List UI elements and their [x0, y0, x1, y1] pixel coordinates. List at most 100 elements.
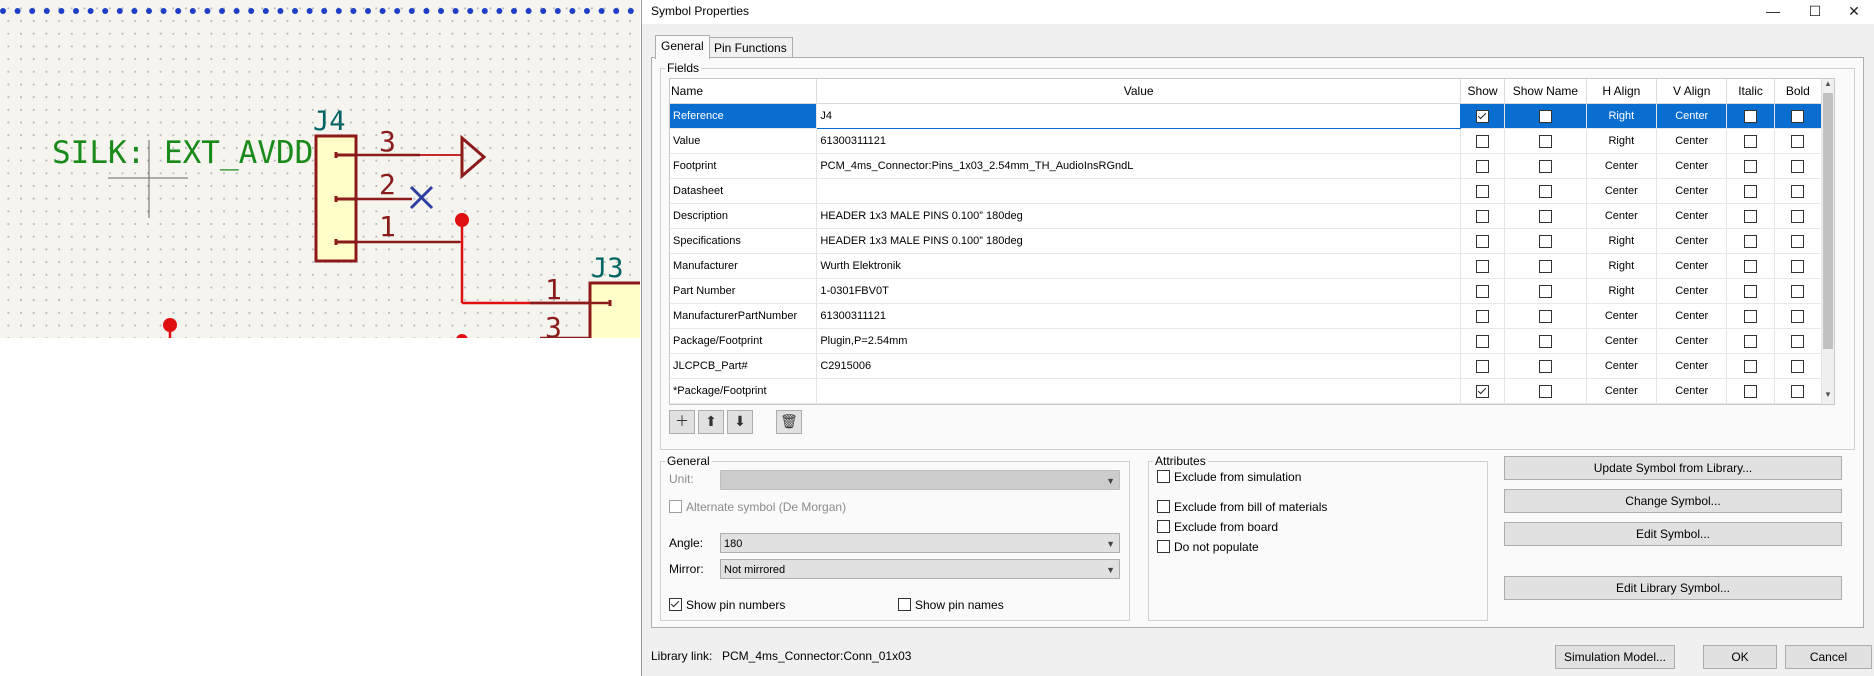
- column-header-v-align[interactable]: V Align: [1656, 79, 1728, 104]
- show-cell[interactable]: [1460, 353, 1506, 379]
- show-checkbox[interactable]: [1476, 234, 1490, 248]
- tab-pin-functions[interactable]: Pin Functions: [708, 37, 793, 58]
- ok-button[interactable]: OK: [1703, 645, 1777, 669]
- close-button[interactable]: ✕: [1833, 0, 1874, 22]
- bold-cell[interactable]: [1774, 353, 1823, 379]
- show-name-checkbox[interactable]: [1538, 159, 1552, 173]
- show-name-checkbox[interactable]: [1538, 234, 1552, 248]
- table-row[interactable]: Footprint PCM_4ms_Connector:Pins_1x03_2.5…: [670, 153, 1823, 179]
- h-align-cell[interactable]: Center: [1586, 178, 1658, 204]
- change-symbol-button[interactable]: Change Symbol...: [1504, 489, 1842, 513]
- field-value-cell[interactable]: 1-0301FBV0T: [816, 278, 1461, 304]
- field-name-cell[interactable]: ManufacturerPartNumber: [670, 303, 818, 329]
- table-row[interactable]: Manufacturer Wurth Elektronik Right Center: [670, 253, 1823, 279]
- field-name-cell[interactable]: Footprint: [670, 153, 818, 179]
- move-up-button[interactable]: ⬆: [698, 410, 724, 434]
- table-row[interactable]: Package/Footprint Plugin,P=2.54mm Center Ce…: [670, 328, 1823, 354]
- italic-cell[interactable]: [1726, 328, 1775, 354]
- show-name-cell[interactable]: [1504, 103, 1587, 129]
- column-header-name[interactable]: Name: [670, 79, 818, 104]
- table-row[interactable]: Reference J4 Right Center: [670, 103, 1823, 129]
- edit-symbol-button[interactable]: Edit Symbol...: [1504, 522, 1842, 546]
- italic-cell[interactable]: [1726, 278, 1775, 304]
- fields-grid[interactable]: Name Value Show Show Name H Align V Align Ital…: [669, 78, 1835, 405]
- add-field-button[interactable]: ＋: [669, 410, 695, 434]
- tab-general[interactable]: General: [655, 35, 710, 59]
- bold-cell[interactable]: [1774, 403, 1823, 404]
- table-row[interactable]: Value 61300311121 Right Center: [670, 128, 1823, 154]
- italic-cell[interactable]: [1726, 128, 1775, 154]
- show-checkbox[interactable]: [1476, 209, 1490, 223]
- bold-checkbox[interactable]: [1791, 359, 1805, 373]
- bold-cell[interactable]: [1774, 278, 1823, 304]
- field-value-cell[interactable]: [816, 378, 1461, 404]
- show-cell[interactable]: [1460, 103, 1506, 129]
- show-name-cell[interactable]: [1504, 153, 1587, 179]
- v-align-cell[interactable]: Center: [1656, 178, 1728, 204]
- italic-checkbox[interactable]: [1744, 234, 1758, 248]
- show-name-checkbox[interactable]: [1538, 284, 1552, 298]
- field-value-cell[interactable]: C2915006: [816, 353, 1461, 379]
- v-align-cell[interactable]: Center: [1656, 278, 1728, 304]
- field-name-cell[interactable]: Reference: [670, 103, 818, 129]
- italic-checkbox[interactable]: [1744, 259, 1758, 273]
- scroll-down-icon[interactable]: ▼: [1823, 390, 1833, 399]
- v-align-cell[interactable]: Center: [1656, 103, 1728, 129]
- italic-cell[interactable]: [1726, 203, 1775, 229]
- column-header-value[interactable]: Value: [816, 79, 1461, 104]
- show-name-checkbox[interactable]: [1538, 209, 1552, 223]
- italic-checkbox[interactable]: [1744, 284, 1758, 298]
- show-cell[interactable]: [1460, 303, 1506, 329]
- show-cell[interactable]: [1460, 403, 1506, 404]
- h-align-cell[interactable]: Right: [1586, 228, 1658, 254]
- h-align-cell[interactable]: Center: [1586, 328, 1658, 354]
- show-cell[interactable]: [1460, 328, 1506, 354]
- exclude-bom-checkbox[interactable]: Exclude from bill of materials: [1157, 500, 1327, 514]
- table-row[interactable]: Datasheet Center Center: [670, 178, 1823, 204]
- bold-checkbox[interactable]: [1791, 209, 1805, 223]
- show-name-checkbox[interactable]: [1538, 309, 1552, 323]
- show-name-checkbox[interactable]: [1538, 109, 1552, 123]
- v-align-cell[interactable]: Center: [1656, 403, 1728, 404]
- italic-cell[interactable]: [1726, 253, 1775, 279]
- show-name-cell[interactable]: [1504, 303, 1587, 329]
- v-align-cell[interactable]: Center: [1656, 353, 1728, 379]
- show-checkbox[interactable]: [1476, 134, 1490, 148]
- bold-checkbox[interactable]: [1791, 284, 1805, 298]
- italic-checkbox[interactable]: [1744, 334, 1758, 348]
- h-align-cell[interactable]: Right: [1586, 253, 1658, 279]
- show-checkbox[interactable]: [1476, 109, 1490, 123]
- italic-cell[interactable]: [1726, 153, 1775, 179]
- column-header-show[interactable]: Show: [1460, 79, 1506, 104]
- italic-checkbox[interactable]: [1744, 159, 1758, 173]
- bold-cell[interactable]: [1774, 153, 1823, 179]
- show-name-checkbox[interactable]: [1538, 134, 1552, 148]
- h-align-cell[interactable]: Center: [1586, 378, 1658, 404]
- bold-cell[interactable]: [1774, 328, 1823, 354]
- field-value-cell[interactable]: Wurth Elektronik: [816, 253, 1461, 279]
- show-name-checkbox[interactable]: [1538, 359, 1552, 373]
- italic-cell[interactable]: [1726, 303, 1775, 329]
- italic-checkbox[interactable]: [1744, 384, 1758, 398]
- bold-checkbox[interactable]: [1791, 159, 1805, 173]
- v-align-cell[interactable]: Center: [1656, 328, 1728, 354]
- show-checkbox[interactable]: [1476, 334, 1490, 348]
- bold-cell[interactable]: [1774, 303, 1823, 329]
- column-header-h-align[interactable]: H Align: [1586, 79, 1658, 104]
- show-checkbox[interactable]: [1476, 384, 1490, 398]
- field-value-cell[interactable]: HEADER 1x3 MALE PINS 0.100” 180deg: [816, 228, 1461, 254]
- h-align-cell[interactable]: Center: [1586, 203, 1658, 229]
- show-name-cell[interactable]: [1504, 228, 1587, 254]
- show-checkbox[interactable]: [1476, 284, 1490, 298]
- show-name-cell[interactable]: [1504, 403, 1587, 404]
- do-not-populate-checkbox[interactable]: Do not populate: [1157, 540, 1259, 554]
- bold-cell[interactable]: [1774, 128, 1823, 154]
- bold-cell[interactable]: [1774, 253, 1823, 279]
- italic-cell[interactable]: [1726, 378, 1775, 404]
- bold-checkbox[interactable]: [1791, 134, 1805, 148]
- v-align-cell[interactable]: Center: [1656, 228, 1728, 254]
- move-down-button[interactable]: ⬇: [727, 410, 753, 434]
- show-cell[interactable]: [1460, 278, 1506, 304]
- v-align-cell[interactable]: Center: [1656, 153, 1728, 179]
- show-checkbox[interactable]: [1476, 159, 1490, 173]
